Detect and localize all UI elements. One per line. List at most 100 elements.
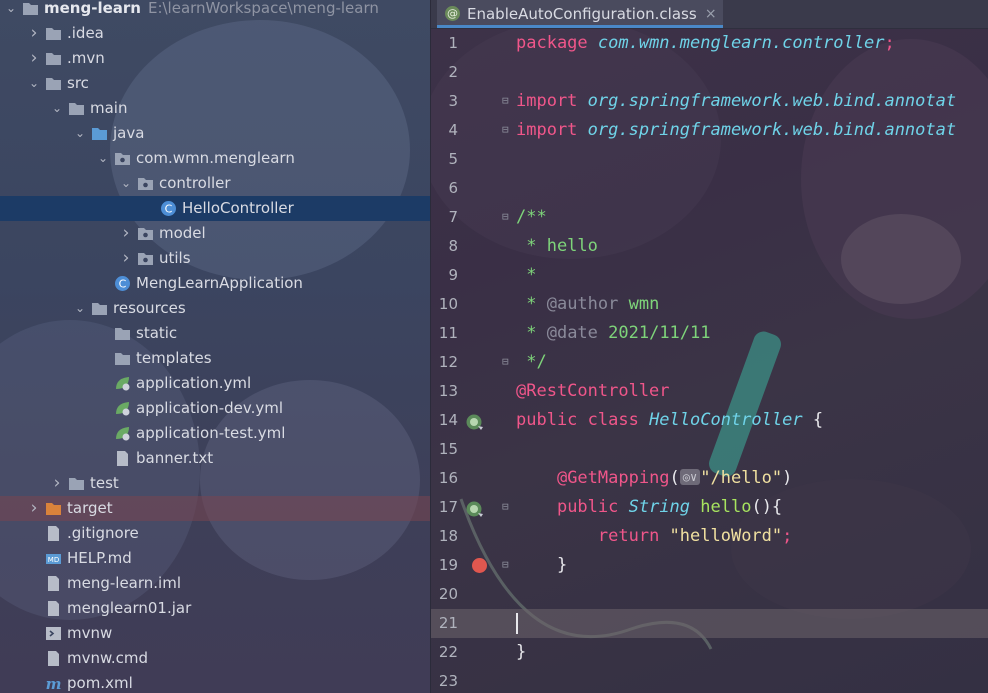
line-number[interactable]: 12: [431, 348, 458, 377]
code-line[interactable]: 4 ⊟ import org.springframework.web.bind.an…: [431, 116, 988, 145]
tree-item[interactable]: ⌄ controller: [0, 171, 430, 196]
fold-marker-icon[interactable]: ⊟: [502, 124, 512, 136]
tree-item[interactable]: application.yml: [0, 371, 430, 396]
tree-item[interactable]: C MengLearnApplication: [0, 271, 430, 296]
code-line[interactable]: 1 package com.wmn.menglearn.controller;: [431, 29, 988, 58]
tree-item[interactable]: › target: [0, 496, 430, 521]
line-number[interactable]: 14: [431, 406, 458, 435]
line-number[interactable]: 21: [431, 609, 458, 638]
line-number[interactable]: 22: [431, 638, 458, 667]
tree-item[interactable]: › model: [0, 221, 430, 246]
chevron-down-icon[interactable]: ⌄: [27, 71, 41, 96]
tree-item[interactable]: MD HELP.md: [0, 546, 430, 571]
code-line[interactable]: 20: [431, 580, 988, 609]
fold-marker-icon[interactable]: ⊟: [502, 211, 512, 223]
code-line[interactable]: 2: [431, 58, 988, 87]
line-number[interactable]: 19: [431, 551, 458, 580]
code-line[interactable]: 22}: [431, 638, 988, 667]
tree-item[interactable]: ⌄ java: [0, 121, 430, 146]
chevron-down-icon[interactable]: ⌄: [4, 0, 18, 21]
code-editor[interactable]: 1 package com.wmn.menglearn.controller; 2 3…: [431, 29, 988, 693]
tree-item[interactable]: ⌄ com.wmn.menglearn: [0, 146, 430, 171]
code-line[interactable]: 11 * @date 2021/11/11: [431, 319, 988, 348]
code-line[interactable]: 15: [431, 435, 988, 464]
fold-marker-icon[interactable]: ⊟: [502, 501, 512, 513]
line-number[interactable]: 16: [431, 464, 458, 493]
line-number[interactable]: 11: [431, 319, 458, 348]
line-number[interactable]: 18: [431, 522, 458, 551]
line-number[interactable]: 4: [431, 116, 458, 145]
tree-item[interactable]: mvnw: [0, 621, 430, 646]
chevron-right-icon[interactable]: ›: [27, 496, 41, 521]
code-line[interactable]: 5: [431, 145, 988, 174]
chevron-down-icon[interactable]: ⌄: [96, 146, 110, 171]
code-line[interactable]: 10 * @author wmn: [431, 290, 988, 319]
line-number[interactable]: 3: [431, 87, 458, 116]
code-line[interactable]: 16 @GetMapping(◎∨ "/hello"): [431, 464, 988, 493]
tree-item[interactable]: C HelloController: [0, 196, 430, 221]
inlay-hint[interactable]: ◎∨: [679, 469, 701, 485]
tree-item[interactable]: ⌄ meng-learn E:\learnWorkspace\meng-learn: [0, 0, 430, 21]
code-line[interactable]: 12 ⊟ */: [431, 348, 988, 377]
tree-item[interactable]: application-test.yml: [0, 421, 430, 446]
line-number[interactable]: 15: [431, 435, 458, 464]
code-line[interactable]: 14 public class HelloController {: [431, 406, 988, 435]
chevron-down-icon[interactable]: ⌄: [119, 171, 133, 196]
project-tree-panel[interactable]: ⌄ meng-learn E:\learnWorkspace\meng-learn ›…: [0, 0, 430, 693]
tree-item[interactable]: application-dev.yml: [0, 396, 430, 421]
chevron-right-icon[interactable]: ›: [119, 246, 133, 271]
code-line[interactable]: 23: [431, 667, 988, 693]
line-number[interactable]: 10: [431, 290, 458, 319]
fold-marker-icon[interactable]: ⊟: [502, 356, 512, 368]
tree-item-label: .idea: [67, 21, 104, 46]
line-number[interactable]: 2: [431, 58, 458, 87]
chevron-right-icon[interactable]: ›: [27, 21, 41, 46]
code-line[interactable]: 21: [431, 609, 988, 638]
chevron-down-icon[interactable]: ⌄: [73, 296, 87, 321]
line-number[interactable]: 6: [431, 174, 458, 203]
line-number[interactable]: 1: [431, 29, 458, 58]
code-line[interactable]: 19 ⊟ }: [431, 551, 988, 580]
line-number[interactable]: 17: [431, 493, 458, 522]
tree-item[interactable]: ⌄ src: [0, 71, 430, 96]
tree-item[interactable]: › .mvn: [0, 46, 430, 71]
code-line[interactable]: 8 * hello: [431, 232, 988, 261]
tree-item[interactable]: menglearn01.jar: [0, 596, 430, 621]
tab-enable-auto-configuration[interactable]: @ EnableAutoConfiguration.class ×: [437, 0, 723, 28]
tree-item[interactable]: meng-learn.iml: [0, 571, 430, 596]
code-line[interactable]: 18 return "helloWord";: [431, 522, 988, 551]
tree-item[interactable]: banner.txt: [0, 446, 430, 471]
chevron-right-icon[interactable]: ›: [27, 46, 41, 71]
code-line[interactable]: 9 *: [431, 261, 988, 290]
line-number[interactable]: 5: [431, 145, 458, 174]
fold-marker-icon[interactable]: ⊟: [502, 559, 512, 571]
line-number[interactable]: 8: [431, 232, 458, 261]
line-number[interactable]: 23: [431, 667, 458, 693]
tree-item[interactable]: › test: [0, 471, 430, 496]
tree-item[interactable]: mvnw.cmd: [0, 646, 430, 671]
fold-marker-icon[interactable]: ⊟: [502, 95, 512, 107]
chevron-right-icon[interactable]: ›: [50, 471, 64, 496]
tree-item[interactable]: m pom.xml: [0, 671, 430, 693]
code-line[interactable]: 7 ⊟ /**: [431, 203, 988, 232]
chevron-down-icon[interactable]: ⌄: [73, 121, 87, 146]
chevron-right-icon[interactable]: ›: [119, 221, 133, 246]
tree-item[interactable]: static: [0, 321, 430, 346]
tree-item[interactable]: › .idea: [0, 21, 430, 46]
chevron-down-icon[interactable]: ⌄: [50, 96, 64, 121]
close-icon[interactable]: ×: [705, 0, 717, 28]
line-number[interactable]: 9: [431, 261, 458, 290]
tree-item[interactable]: › utils: [0, 246, 430, 271]
line-number[interactable]: 13: [431, 377, 458, 406]
code-line[interactable]: 17 ⊟ public String hello(){: [431, 493, 988, 522]
breakpoint-icon[interactable]: [472, 558, 487, 573]
line-number[interactable]: 7: [431, 203, 458, 232]
code-line[interactable]: 13 @RestController: [431, 377, 988, 406]
code-line[interactable]: 6: [431, 174, 988, 203]
tree-item[interactable]: ⌄ main: [0, 96, 430, 121]
tree-item[interactable]: templates: [0, 346, 430, 371]
tree-item[interactable]: .gitignore: [0, 521, 430, 546]
line-number[interactable]: 20: [431, 580, 458, 609]
tree-item[interactable]: ⌄ resources: [0, 296, 430, 321]
code-line[interactable]: 3 ⊟ import org.springframework.web.bind.an…: [431, 87, 988, 116]
